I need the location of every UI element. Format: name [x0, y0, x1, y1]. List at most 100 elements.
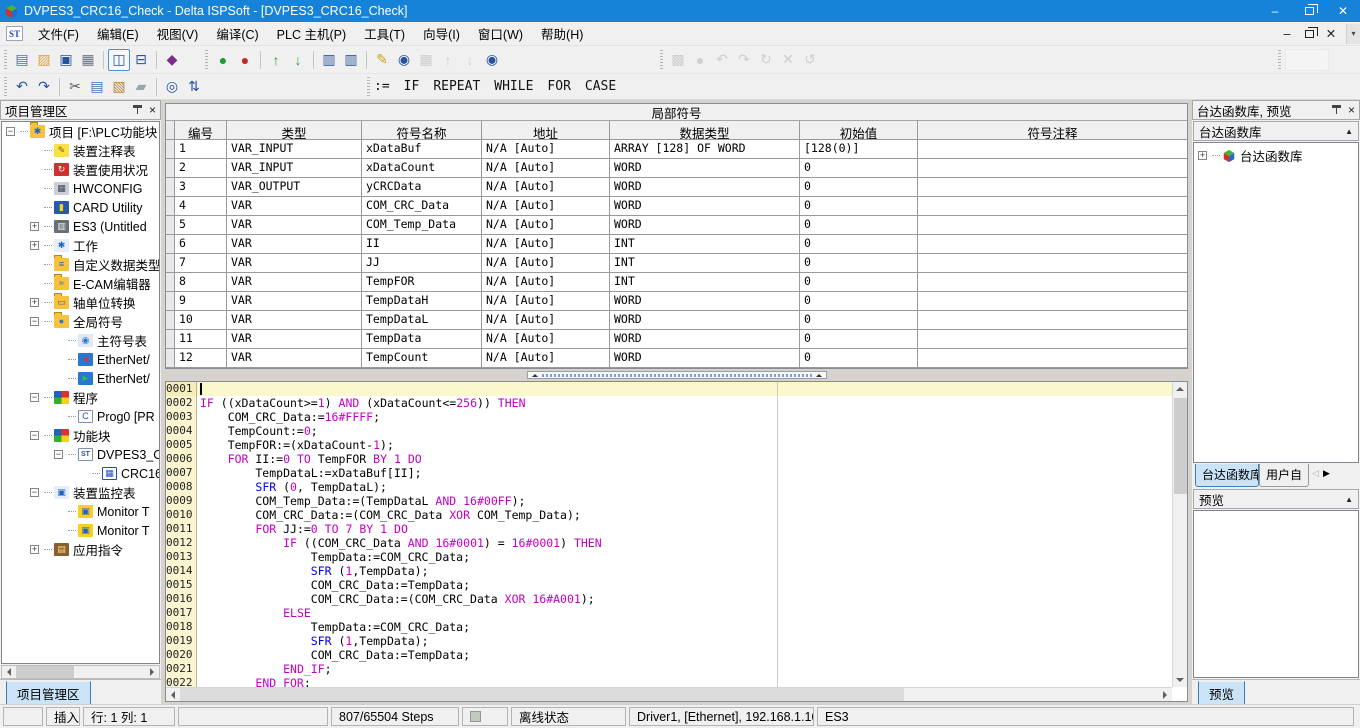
table-cell[interactable]: 8	[175, 273, 227, 292]
table-cell[interactable]: VAR	[227, 235, 362, 254]
expand-toggle[interactable]: −	[30, 488, 39, 497]
copy-button[interactable]: ▤	[86, 76, 108, 98]
table-cell[interactable]: N/A [Auto]	[482, 254, 610, 273]
table-editor-splitter[interactable]	[165, 369, 1188, 381]
table-cell[interactable]: xDataCount	[362, 159, 482, 178]
insert-if-button[interactable]: IF	[404, 79, 420, 94]
tree-item-ethernet-symbols-1[interactable]: ◄EtherNet/	[2, 350, 159, 369]
editor-vscrollbar[interactable]	[1172, 382, 1187, 687]
table-cell[interactable]: 0	[800, 216, 918, 235]
tree-item-function-blocks[interactable]: −功能块	[2, 426, 159, 445]
mdi-restore-button[interactable]	[1298, 25, 1320, 43]
table-cell[interactable]: JJ	[362, 254, 482, 273]
tree-item-main-symbol-table[interactable]: ◉主符号表	[2, 331, 159, 350]
device-monitor-button[interactable]: ▥	[318, 49, 340, 71]
minimize-button[interactable]: –	[1258, 0, 1292, 22]
table-cell[interactable]: 10	[175, 311, 227, 330]
table-cell[interactable]: COM_Temp_Data	[362, 216, 482, 235]
code-area[interactable]: 00010002IF ((xDataCount>=1) AND (xDataCo…	[166, 382, 1187, 687]
row-gutter[interactable]	[166, 254, 175, 273]
close-button[interactable]: ✕	[1326, 0, 1360, 22]
tree-item-crc16-instance[interactable]: ▦CRC16	[2, 464, 159, 483]
online-mode-button[interactable]: ●	[212, 49, 234, 71]
code-line[interactable]: 0008 SFR (0, TempDataL);	[166, 480, 1187, 494]
scroll-up-icon[interactable]	[1173, 382, 1188, 396]
table-cell[interactable]: WORD	[610, 311, 800, 330]
table-cell[interactable]: 11	[175, 330, 227, 349]
tab-user-defined[interactable]: 用户自	[1259, 464, 1309, 487]
table-cell[interactable]	[918, 178, 1187, 197]
table-cell[interactable]: 0	[800, 235, 918, 254]
table-cell[interactable]: VAR	[227, 349, 362, 368]
expand-toggle[interactable]: −	[30, 393, 39, 402]
table-cell[interactable]: 0	[800, 349, 918, 368]
table-cell[interactable]: 2	[175, 159, 227, 178]
table-cell[interactable]: 0	[800, 292, 918, 311]
table-cell[interactable]: VAR	[227, 292, 362, 311]
tree-item-prog0[interactable]: CProg0 [PR	[2, 407, 159, 426]
preview-section-header[interactable]: 预览 ▲	[1193, 489, 1359, 509]
table-cell[interactable]: 1	[175, 140, 227, 159]
menu-plc[interactable]: PLC 主机(P)	[268, 22, 355, 45]
code-line[interactable]: 0007 TempDataL:=xDataBuf[II];	[166, 466, 1187, 480]
table-cell[interactable]: [128(0)]	[800, 140, 918, 159]
table-cell[interactable]: yCRCData	[362, 178, 482, 197]
expand-toggle[interactable]: +	[30, 241, 39, 250]
tree-item-card-utility[interactable]: ▮CARD Utility	[2, 198, 159, 217]
toolbar-grip[interactable]	[1278, 50, 1281, 70]
table-cell[interactable]: N/A [Auto]	[482, 330, 610, 349]
row-gutter[interactable]	[166, 330, 175, 349]
table-cell[interactable]: N/A [Auto]	[482, 159, 610, 178]
code-line[interactable]: 0013 TempData:=COM_CRC_Data;	[166, 550, 1187, 564]
row-gutter[interactable]	[166, 140, 175, 159]
code-line[interactable]: 0020 COM_CRC_Data:=TempData;	[166, 648, 1187, 662]
table-cell[interactable]: INT	[610, 235, 800, 254]
editor-hscrollbar[interactable]	[166, 687, 1172, 701]
tree-item-delta-library[interactable]: + 台达函数库	[1194, 146, 1358, 165]
mdi-minimize-button[interactable]: –	[1276, 25, 1298, 43]
tree-item-device-monitor-table[interactable]: −▣装置监控表	[2, 483, 159, 502]
code-line[interactable]: 0004 TempCount:=0;	[166, 424, 1187, 438]
table-cell[interactable]: 0	[800, 330, 918, 349]
tree-item-custom-data-types[interactable]: ≡自定义数据类型	[2, 255, 159, 274]
table-cell[interactable]: N/A [Auto]	[482, 197, 610, 216]
table-cell[interactable]: WORD	[610, 349, 800, 368]
window-layout-button[interactable]: ◫	[108, 49, 130, 71]
online-monitor-button[interactable]: ◉	[393, 49, 415, 71]
row-gutter[interactable]	[166, 178, 175, 197]
insert-assign-button[interactable]: :=	[374, 79, 390, 94]
code-line[interactable]: 0018 TempData:=COM_CRC_Data;	[166, 620, 1187, 634]
code-line[interactable]: 0021 END_IF;	[166, 662, 1187, 676]
table-cell[interactable]	[918, 254, 1187, 273]
code-line[interactable]: 0005 TempFOR:=(xDataCount-1);	[166, 438, 1187, 452]
tree-item-global-symbols[interactable]: −●全局符号	[2, 312, 159, 331]
tree-item-dvpes3-crc16-fb[interactable]: −STDVPES3_CR	[2, 445, 159, 464]
scroll-right-icon[interactable]	[145, 666, 159, 678]
expand-toggle[interactable]: −	[30, 317, 39, 326]
erase-button[interactable]: ▰	[130, 76, 152, 98]
table-cell[interactable]	[918, 349, 1187, 368]
close-icon[interactable]: ×	[149, 105, 156, 115]
scrollbar-thumb[interactable]	[16, 666, 74, 678]
code-line[interactable]: 0011 FOR JJ:=0 TO 7 BY 1 DO	[166, 522, 1187, 536]
table-cell[interactable]: WORD	[610, 178, 800, 197]
expand-toggle[interactable]: +	[30, 298, 39, 307]
restore-button[interactable]	[1292, 0, 1326, 22]
menu-view[interactable]: 视图(V)	[148, 22, 208, 45]
code-line[interactable]: 0016 COM_CRC_Data:=(COM_CRC_Data XOR 16#…	[166, 592, 1187, 606]
code-line[interactable]: 0022 END_FOR;	[166, 676, 1187, 687]
tree-item-programs[interactable]: −程序	[2, 388, 159, 407]
insert-repeat-button[interactable]: REPEAT	[433, 79, 480, 94]
table-cell[interactable]: TempDataH	[362, 292, 482, 311]
table-cell[interactable]: 9	[175, 292, 227, 311]
row-gutter[interactable]	[166, 349, 175, 368]
table-cell[interactable]: WORD	[610, 330, 800, 349]
table-cell[interactable]: VAR	[227, 197, 362, 216]
table-cell[interactable]: 6	[175, 235, 227, 254]
online-edit-button[interactable]: ✎	[371, 49, 393, 71]
table-cell[interactable]: WORD	[610, 292, 800, 311]
toolbar-grip[interactable]	[205, 50, 208, 70]
code-line[interactable]: 0012 IF ((COM_CRC_Data AND 16#0001) = 16…	[166, 536, 1187, 550]
table-cell[interactable]: N/A [Auto]	[482, 178, 610, 197]
code-line[interactable]: 0002IF ((xDataCount>=1) AND (xDataCount<…	[166, 396, 1187, 410]
